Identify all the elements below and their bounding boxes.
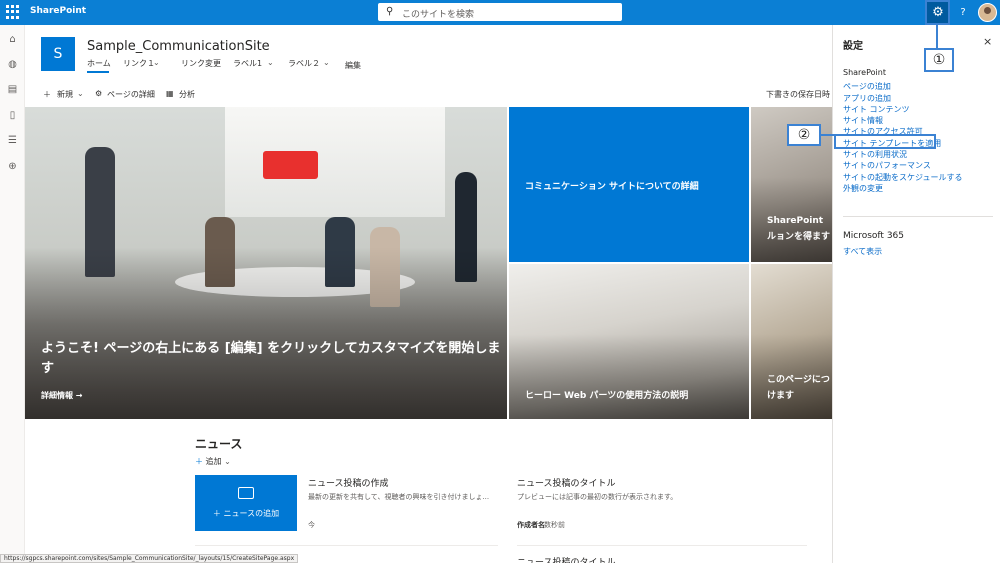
link-add-app[interactable]: アプリの追加 (843, 93, 891, 104)
search-input[interactable]: ⚲ このサイトを検索 (378, 3, 622, 21)
link-change-look[interactable]: 外観の変更 (843, 183, 883, 194)
suite-bar: SharePoint ⚲ このサイトを検索 ⚙ ? (0, 0, 1000, 25)
link-site-usage[interactable]: サイトの利用状況 (843, 149, 907, 160)
hero-tile-hero-webpart[interactable]: ヒーロー Web パーツの使用方法の説明 (509, 264, 749, 419)
news-heading: ニュース (195, 437, 243, 451)
callout-step1: ① (924, 48, 954, 72)
new-button[interactable]: 新規 (57, 89, 73, 100)
site-title[interactable]: Sample_CommunicationSite (87, 39, 270, 54)
learn-more-label: 詳細情報 (41, 391, 73, 400)
hero-tile-this-page[interactable]: このページにつけます (751, 264, 832, 419)
news-add-label: 追加 (205, 457, 222, 466)
nav-label1[interactable]: ラベル1 (233, 58, 262, 69)
panel-divider (843, 216, 993, 217)
office-window (225, 107, 445, 217)
search-placeholder: このサイトを検索 (402, 10, 475, 20)
tile-hero-webpart-text: ヒーロー Web パーツの使用方法の説明 (525, 391, 689, 401)
news-divider-1 (195, 545, 498, 546)
settings-panel: 設定 × SharePoint ページの追加 アプリの追加 サイト コンテンツ … (832, 25, 1000, 563)
arrow-right-icon: → (75, 391, 83, 400)
nav-link1[interactable]: リンク１ (123, 58, 155, 69)
add-news-label: ＋ ニュースの追加 (212, 509, 280, 518)
hero-main-tile[interactable]: ようこそ! ページの右上にある [編集] をクリックしてカスタマイズを開始します… (25, 107, 507, 419)
news-col2-time: 数秒前 (544, 521, 565, 529)
red-lamp (263, 151, 318, 179)
nav-link-change[interactable]: リンク変更 (181, 58, 221, 69)
link-site-info[interactable]: サイト情報 (843, 115, 883, 126)
tile-comm-site-text: コミュニケーション サイトについての詳細 (525, 182, 699, 192)
link-view-all[interactable]: すべて表示 (843, 246, 882, 257)
callout-apply-template-highlight (834, 134, 936, 149)
nav-label2-chevron[interactable]: ⌄ (323, 58, 330, 67)
home-icon[interactable]: ⌂ (6, 33, 19, 46)
sharepoint-section-title: SharePoint (843, 68, 886, 77)
news-icon[interactable]: ▤ (6, 83, 19, 96)
link-add-page[interactable]: ページの追加 (843, 81, 891, 92)
nav-link1-chevron[interactable]: ⌄ (153, 58, 160, 67)
brand-name[interactable]: SharePoint (30, 6, 86, 16)
globe-icon[interactable]: ◍ (6, 58, 19, 71)
news-divider-2 (517, 545, 807, 546)
add-news-card[interactable]: ＋ ニュースの追加 (195, 475, 297, 531)
hero-main-text: ようこそ! ページの右上にある [編集] をクリックしてカスタマイズを開始します (41, 341, 501, 376)
document-icon[interactable]: ▯ (6, 109, 19, 122)
nav-label2[interactable]: ラベル２ (288, 58, 320, 69)
avatar[interactable] (978, 3, 997, 22)
news-card-icon (238, 487, 254, 499)
callout-step2-pointer (821, 134, 834, 136)
nav-home[interactable]: ホーム (87, 58, 111, 69)
gear-small-icon: ⚙ (95, 89, 103, 98)
site-logo[interactable]: S (41, 37, 75, 71)
new-icon[interactable]: ＋ (43, 89, 51, 100)
new-chevron-icon[interactable]: ⌄ (77, 89, 84, 98)
list-icon[interactable]: ☰ (6, 134, 19, 147)
news-add-button[interactable]: ＋ 追加 ⌄ (195, 456, 231, 467)
main-content: S Sample_CommunicationSite ホーム リンク１ ⌄ リン… (25, 25, 832, 563)
nav-active-indicator (87, 71, 109, 73)
news-col2-title[interactable]: ニュース投稿のタイトル (517, 476, 616, 489)
callout-step2: ② (787, 124, 821, 146)
callout-gear-highlight (925, 0, 950, 25)
m365-section-title: Microsoft 365 (843, 231, 904, 241)
nav-edit[interactable]: 編集 (345, 60, 361, 71)
callout-step1-pointer (936, 25, 938, 48)
news-col2-next-title[interactable]: ニュース投稿のタイトル (517, 555, 616, 563)
link-schedule-site-launch[interactable]: サイトの起動をスケジュールする (843, 172, 962, 183)
settings-title: 設定 (843, 41, 863, 52)
news-col1-title[interactable]: ニュース投稿の作成 (308, 476, 389, 489)
waffle-icon[interactable] (6, 5, 20, 19)
add-icon[interactable]: ⊕ (6, 160, 19, 173)
news-col2-author: 作成者名 (517, 521, 545, 529)
command-bar: ＋ 新規 ⌄ ⚙ ページの詳細 ▦ 分析 下書きの保存日時 2 (25, 85, 832, 105)
search-icon: ⚲ (386, 6, 394, 17)
hero-main-link[interactable]: 詳細情報 → (41, 390, 83, 401)
save-status: 下書きの保存日時 2 (766, 90, 832, 99)
news-col2-summary: プレビューには記事の最初の数行が表示されます。 (517, 493, 678, 501)
close-icon[interactable]: × (983, 35, 992, 48)
chevron-down-icon: ⌄ (224, 457, 231, 466)
tile-sharepoint-text: SharePoint ルョンを得ます (767, 216, 831, 242)
hero-overlay (25, 247, 507, 419)
tile-this-page-text: このページにつけます (767, 375, 830, 401)
analytics-button[interactable]: 分析 (179, 89, 195, 100)
chart-icon: ▦ (166, 89, 174, 98)
link-site-contents[interactable]: サイト コンテンツ (843, 104, 910, 115)
left-rail: ⌂ ◍ ▤ ▯ ☰ ⊕ (0, 25, 25, 563)
plus-icon: ＋ (195, 457, 203, 466)
nav-label1-chevron[interactable]: ⌄ (267, 58, 274, 67)
browser-status-url: https://sgpcs.sharepoint.com/sites/Sampl… (0, 554, 299, 563)
tile-arch-overlay (509, 333, 749, 419)
hero-tile-comm-site[interactable]: コミュニケーション サイトについての詳細 (509, 107, 749, 262)
help-icon[interactable]: ? (955, 0, 971, 25)
news-col1-footer: 今 (308, 521, 315, 529)
page-details-button[interactable]: ページの詳細 (107, 89, 155, 100)
news-col1-summary: 最新の更新を共有して、視聴者の興味を引き付けましょ... (308, 493, 490, 501)
link-site-performance[interactable]: サイトのパフォーマンス (843, 160, 931, 171)
hero-webpart: ようこそ! ページの右上にある [編集] をクリックしてカスタマイズを開始します… (25, 107, 832, 419)
